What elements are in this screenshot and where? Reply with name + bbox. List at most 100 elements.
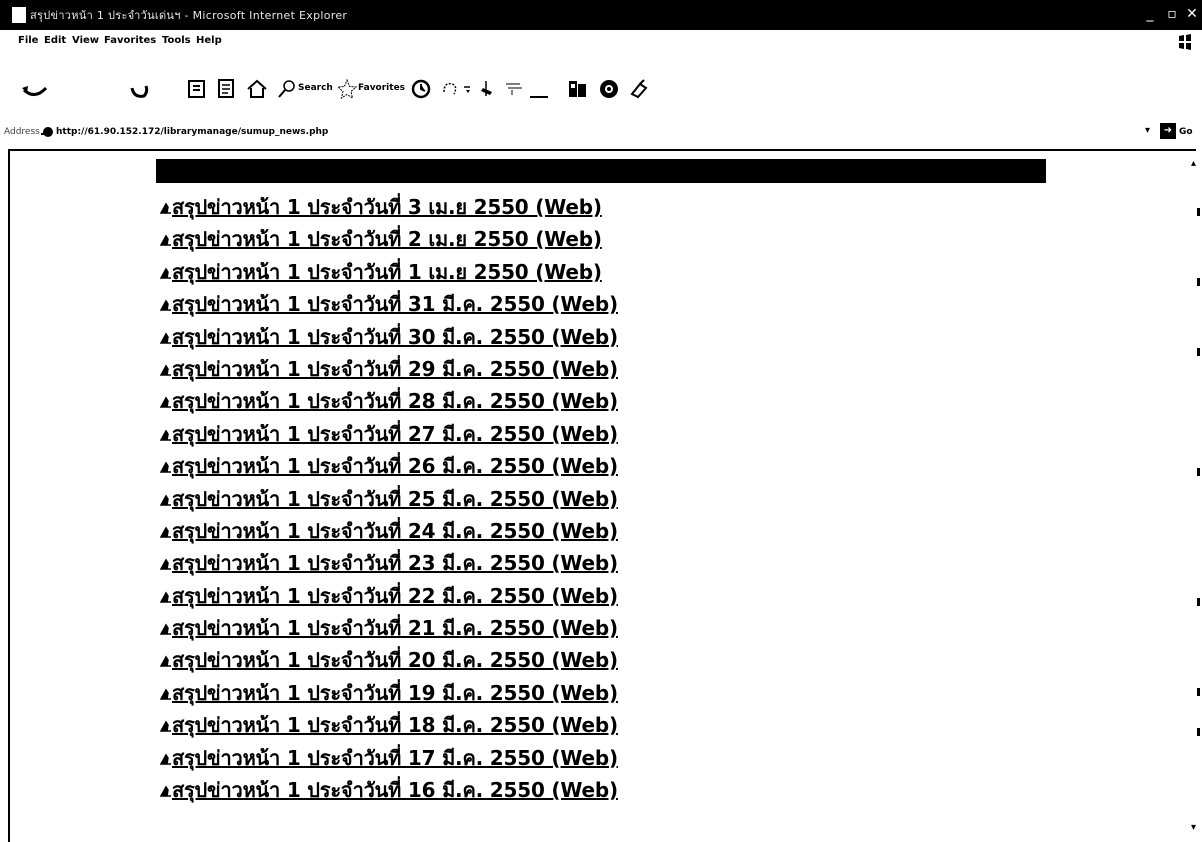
triangle-bullet-icon <box>160 623 171 635</box>
page-refresh-icon <box>188 80 205 98</box>
address-bar: Address http://61.90.152.172/librarymana… <box>0 120 1202 148</box>
news-link[interactable]: สรุปข่าวหน้า 1 ประจำวันที่ 2 เม.ย 2550 (… <box>172 227 602 251</box>
address-dropdown-icon[interactable]: ▾ <box>1145 125 1150 136</box>
back-button[interactable] <box>20 78 50 100</box>
news-list: สรุปข่าวหน้า 1 ประจำวันที่ 3 เม.ย 2550 (… <box>160 191 618 806</box>
news-list-item: สรุปข่าวหน้า 1 ประจำวันที่ 26 มี.ค. 2550… <box>160 450 618 482</box>
menu-help[interactable]: Help <box>196 35 222 46</box>
search-label[interactable]: Search <box>298 83 333 93</box>
news-link[interactable]: สรุปข่าวหน้า 1 ประจำวันที่ 29 มี.ค. 2550… <box>172 357 618 381</box>
news-list-item: สรุปข่าวหน้า 1 ประจำวันที่ 30 มี.ค. 2550… <box>160 321 618 353</box>
home-button[interactable] <box>246 78 268 100</box>
news-list-item: สรุปข่าวหน้า 1 ประจำวันที่ 18 มี.ค. 2550… <box>160 709 618 741</box>
title-bar: สรุปข่าวหน้า 1 ประจำวันเด่นฯ - Microsoft… <box>0 0 1202 30</box>
news-link[interactable]: สรุปข่าวหน้า 1 ประจำวันที่ 28 มี.ค. 2550… <box>172 389 618 413</box>
triangle-bullet-icon <box>160 364 171 376</box>
menu-file[interactable]: File <box>18 35 38 46</box>
scroll-down-icon[interactable]: ▾ <box>1191 822 1196 833</box>
page-button[interactable] <box>216 78 238 100</box>
window-title: สรุปข่าวหน้า 1 ประจำวันเด่นฯ - Microsoft… <box>30 9 348 22</box>
triangle-bullet-icon <box>160 461 171 473</box>
refresh-button[interactable] <box>186 78 208 100</box>
news-link[interactable]: สรุปข่าวหน้า 1 ประจำวันที่ 27 มี.ค. 2550… <box>172 422 618 446</box>
research-icon <box>630 79 648 99</box>
address-input[interactable]: http://61.90.152.172/librarymanage/sumup… <box>56 127 328 137</box>
news-link[interactable]: สรุปข่าวหน้า 1 ประจำวันที่ 17 มี.ค. 2550… <box>172 746 618 770</box>
triangle-bullet-icon <box>160 202 171 214</box>
scrollbar-mark <box>1197 348 1200 356</box>
news-link[interactable]: สรุปข่าวหน้า 1 ประจำวันที่ 18 มี.ค. 2550… <box>172 713 618 737</box>
go-button[interactable]: Go <box>1179 127 1193 137</box>
print-button[interactable] <box>478 78 504 100</box>
news-link[interactable]: สรุปข่าวหน้า 1 ประจำวันที่ 3 เม.ย 2550 (… <box>172 195 602 219</box>
discuss-button[interactable] <box>566 78 590 100</box>
news-list-item: สรุปข่าวหน้า 1 ประจำวันที่ 25 มี.ค. 2550… <box>160 483 618 515</box>
news-list-item: สรุปข่าวหน้า 1 ประจำวันที่ 27 มี.ค. 2550… <box>160 418 618 450</box>
favorites-label[interactable]: Favorites <box>358 83 405 93</box>
scrollbar-mark <box>1197 208 1200 216</box>
vertical-scrollbar[interactable]: ▴ ▾ <box>1190 150 1202 842</box>
menu-tools[interactable]: Tools <box>162 35 191 46</box>
news-list-item: สรุปข่าวหน้า 1 ประจำวันที่ 3 เม.ย 2550 (… <box>160 191 618 223</box>
edit-icon <box>506 83 548 98</box>
news-link[interactable]: สรุปข่าวหน้า 1 ประจำวันที่ 20 มี.ค. 2550… <box>172 648 618 672</box>
news-link[interactable]: สรุปข่าวหน้า 1 ประจำวันที่ 25 มี.ค. 2550… <box>172 487 618 511</box>
menu-edit[interactable]: Edit <box>44 35 66 46</box>
triangle-bullet-icon <box>160 429 171 441</box>
triangle-bullet-icon <box>160 785 171 797</box>
discuss-icon <box>569 81 586 97</box>
mail-button[interactable] <box>440 78 476 100</box>
triangle-bullet-icon <box>160 267 171 279</box>
maximize-button[interactable]: ▫ <box>1162 4 1182 24</box>
scrollbar-mark <box>1197 598 1200 606</box>
menu-favorites[interactable]: Favorites <box>104 35 156 46</box>
messenger-button[interactable] <box>598 78 620 100</box>
news-link[interactable]: สรุปข่าวหน้า 1 ประจำวันที่ 16 มี.ค. 2550… <box>172 778 618 802</box>
document-icon <box>218 79 234 98</box>
news-link[interactable]: สรุปข่าวหน้า 1 ประจำวันที่ 31 มี.ค. 2550… <box>172 292 618 316</box>
triangle-bullet-icon <box>160 396 171 409</box>
news-list-item: สรุปข่าวหน้า 1 ประจำวันที่ 29 มี.ค. 2550… <box>160 353 618 385</box>
news-list-item: สรุปข่าวหน้า 1 ประจำวันที่ 23 มี.ค. 2550… <box>160 547 618 579</box>
news-list-item: สรุปข่าวหน้า 1 ประจำวันที่ 2 เม.ย 2550 (… <box>160 223 618 255</box>
messenger-icon <box>600 80 618 98</box>
toolbar: Search Favorites <box>0 54 1202 120</box>
stop-button[interactable] <box>128 78 150 100</box>
scrollbar-mark <box>1197 688 1200 696</box>
browser-window: สรุปข่าวหน้า 1 ประจำวันเด่นฯ - Microsoft… <box>0 0 1202 842</box>
search-icon <box>278 80 295 98</box>
news-link[interactable]: สรุปข่าวหน้า 1 ประจำวันที่ 30 มี.ค. 2550… <box>172 325 618 349</box>
news-list-item: สรุปข่าวหน้า 1 ประจำวันที่ 31 มี.ค. 2550… <box>160 288 618 320</box>
ie-page-icon <box>12 7 26 23</box>
news-link[interactable]: สรุปข่าวหน้า 1 ประจำวันที่ 19 มี.ค. 2550… <box>172 681 618 705</box>
search-button[interactable] <box>276 78 298 100</box>
news-link[interactable]: สรุปข่าวหน้า 1 ประจำวันที่ 1 เม.ย 2550 (… <box>172 260 602 284</box>
triangle-bullet-icon <box>160 591 171 603</box>
favorites-button[interactable] <box>336 78 358 100</box>
edit-button[interactable] <box>504 78 552 100</box>
triangle-bullet-icon <box>160 688 171 700</box>
news-link[interactable]: สรุปข่าวหน้า 1 ประจำวันที่ 21 มี.ค. 2550… <box>172 616 618 640</box>
minimize-button[interactable]: _ <box>1140 4 1160 24</box>
close-button[interactable]: ✕ <box>1182 4 1202 24</box>
news-link[interactable]: สรุปข่าวหน้า 1 ประจำวันที่ 22 มี.ค. 2550… <box>172 584 618 608</box>
triangle-bullet-icon <box>160 526 171 538</box>
news-list-item: สรุปข่าวหน้า 1 ประจำวันที่ 1 เม.ย 2550 (… <box>160 256 618 288</box>
research-button[interactable] <box>628 78 650 100</box>
news-link[interactable]: สรุปข่าวหน้า 1 ประจำวันที่ 24 มี.ค. 2550… <box>172 519 618 543</box>
menu-view[interactable]: View <box>72 35 99 46</box>
news-list-item: สรุปข่าวหน้า 1 ประจำวันที่ 24 มี.ค. 2550… <box>160 515 618 547</box>
news-list-item: สรุปข่าวหน้า 1 ประจำวันที่ 16 มี.ค. 2550… <box>160 774 618 806</box>
go-arrow-icon[interactable]: ➜ <box>1160 123 1176 139</box>
header-banner <box>156 159 1046 183</box>
news-list-item: สรุปข่าวหน้า 1 ประจำวันที่ 17 มี.ค. 2550… <box>160 742 618 774</box>
scroll-up-icon[interactable]: ▴ <box>1191 158 1196 169</box>
news-link[interactable]: สรุปข่าวหน้า 1 ประจำวันที่ 23 มี.ค. 2550… <box>172 551 618 575</box>
triangle-bullet-icon <box>160 494 171 506</box>
print-icon <box>481 81 492 96</box>
history-button[interactable] <box>410 78 432 100</box>
news-list-item: สรุปข่าวหน้า 1 ประจำวันที่ 20 มี.ค. 2550… <box>160 644 618 676</box>
news-link[interactable]: สรุปข่าวหน้า 1 ประจำวันที่ 26 มี.ค. 2550… <box>172 454 618 478</box>
home-icon <box>247 79 267 98</box>
triangle-bullet-icon <box>160 753 171 765</box>
